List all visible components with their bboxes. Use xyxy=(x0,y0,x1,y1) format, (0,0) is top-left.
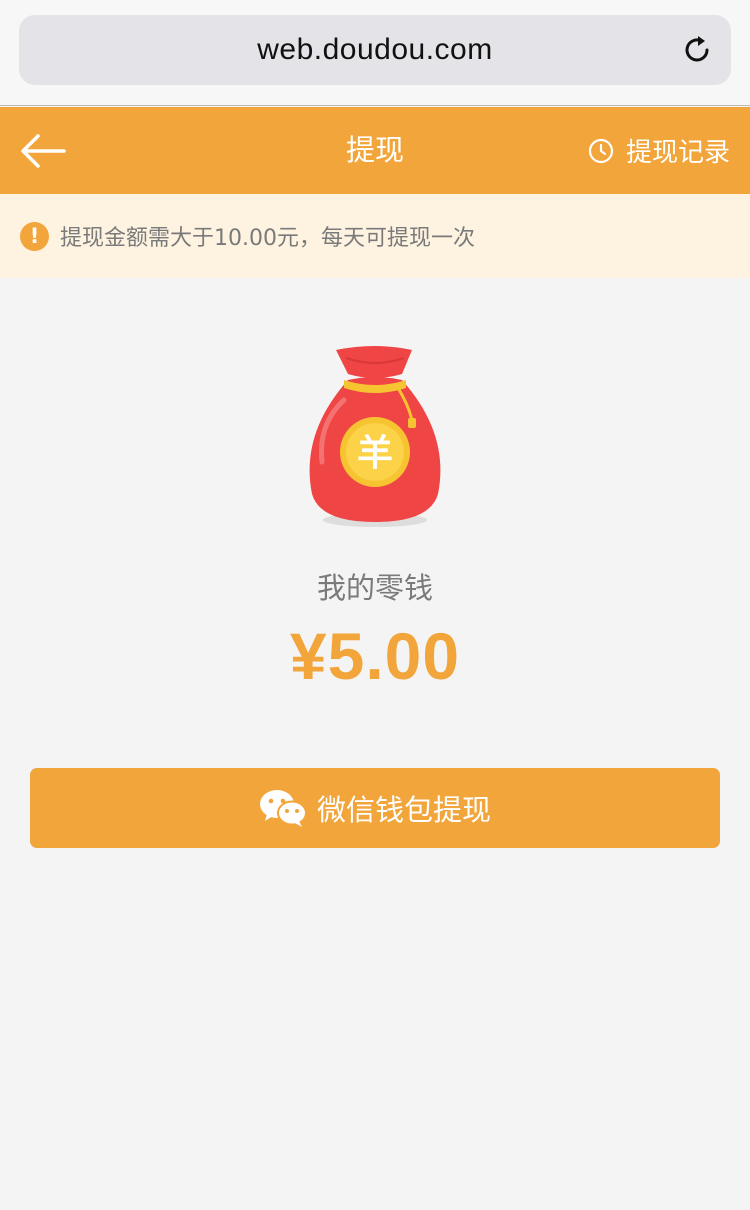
notice-text: 提现金额需大于10.00元，每天可提现一次 xyxy=(60,226,475,251)
reload-icon[interactable] xyxy=(681,34,713,66)
money-bag-icon: 羊 xyxy=(309,346,441,527)
notice-banner: ! 提现金额需大于10.00元，每天可提现一次 xyxy=(0,194,750,278)
browser-bar: web.doudou.com xyxy=(0,0,750,106)
wechat-icon xyxy=(259,790,307,827)
url-text[interactable]: web.doudou.com xyxy=(19,15,731,85)
wechat-withdraw-label: 微信钱包提现 xyxy=(316,793,491,827)
clock-icon xyxy=(588,138,614,163)
balance-amount: ¥5.00 xyxy=(289,619,461,693)
app-header: 提现 提现记录 xyxy=(0,107,750,194)
withdraw-history-label: 提现记录 xyxy=(625,138,730,168)
coin-glyph: 羊 xyxy=(357,433,393,474)
warning-icon: ! xyxy=(20,221,49,251)
address-bar[interactable]: web.doudou.com xyxy=(19,15,731,85)
wechat-withdraw-button[interactable]: 微信钱包提现 xyxy=(30,768,720,848)
balance-label: 我的零钱 xyxy=(316,571,433,605)
withdraw-history-button[interactable]: 提现记录 xyxy=(588,107,730,194)
